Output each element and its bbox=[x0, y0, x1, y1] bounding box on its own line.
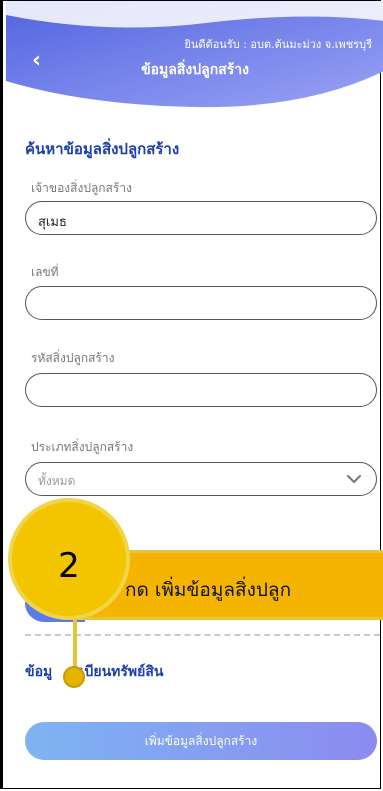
step-number-badge: 2 bbox=[8, 498, 130, 620]
owner-input[interactable]: สุเมธ bbox=[25, 201, 377, 235]
section-divider bbox=[25, 634, 380, 636]
search-section-title: ค้นหาข้อมูลสิ่งปลูกสร้าง bbox=[25, 140, 180, 158]
code-label: รหัสสิ่งปลูกสร้าง bbox=[31, 351, 115, 365]
owner-value: สุเมธ bbox=[38, 215, 67, 230]
code-input[interactable] bbox=[25, 373, 377, 407]
welcome-text: ยินดีต้อนรับ : อบต.ต้นมะม่วง จ.เพชรบุรี bbox=[184, 38, 372, 51]
register-title-right: ะเบียนทรัพย์สิน bbox=[72, 664, 164, 680]
register-title-left: ข้อมู bbox=[25, 664, 53, 680]
app-frame: ยินดีต้อนรับ : อบต.ต้นมะม่วง จ.เพชรบุรี … bbox=[0, 0, 383, 789]
number-input[interactable] bbox=[25, 286, 377, 320]
type-select[interactable]: ทั้งหมด bbox=[25, 462, 377, 496]
app-header: ยินดีต้อนรับ : อบต.ต้นมะม่วง จ.เพชรบุรี … bbox=[6, 1, 383, 113]
type-label: ประเภทสิ่งปลูกสร้าง bbox=[31, 440, 134, 454]
add-building-button[interactable]: เพิ่มข้อมูลสิ่งปลูกสร้าง bbox=[25, 722, 377, 760]
owner-label: เจ้าของสิ่งปลูกสร้าง bbox=[31, 181, 132, 195]
number-label: เลขที่ bbox=[31, 265, 59, 279]
header-background bbox=[6, 1, 383, 108]
callout-pointer-dot bbox=[63, 666, 85, 688]
chevron-down-icon bbox=[347, 475, 361, 483]
page-title: ข้อมูลสิ่งปลูกสร้าง bbox=[141, 62, 249, 78]
register-section-title: ข้อมู ะเบียนทรัพย์สิน bbox=[25, 661, 163, 683]
callout-text: กด เพิ่มข้อมูลสิ่งปลูก bbox=[125, 579, 292, 601]
step-number: 2 bbox=[58, 546, 80, 586]
type-selected-value: ทั้งหมด bbox=[38, 474, 76, 488]
